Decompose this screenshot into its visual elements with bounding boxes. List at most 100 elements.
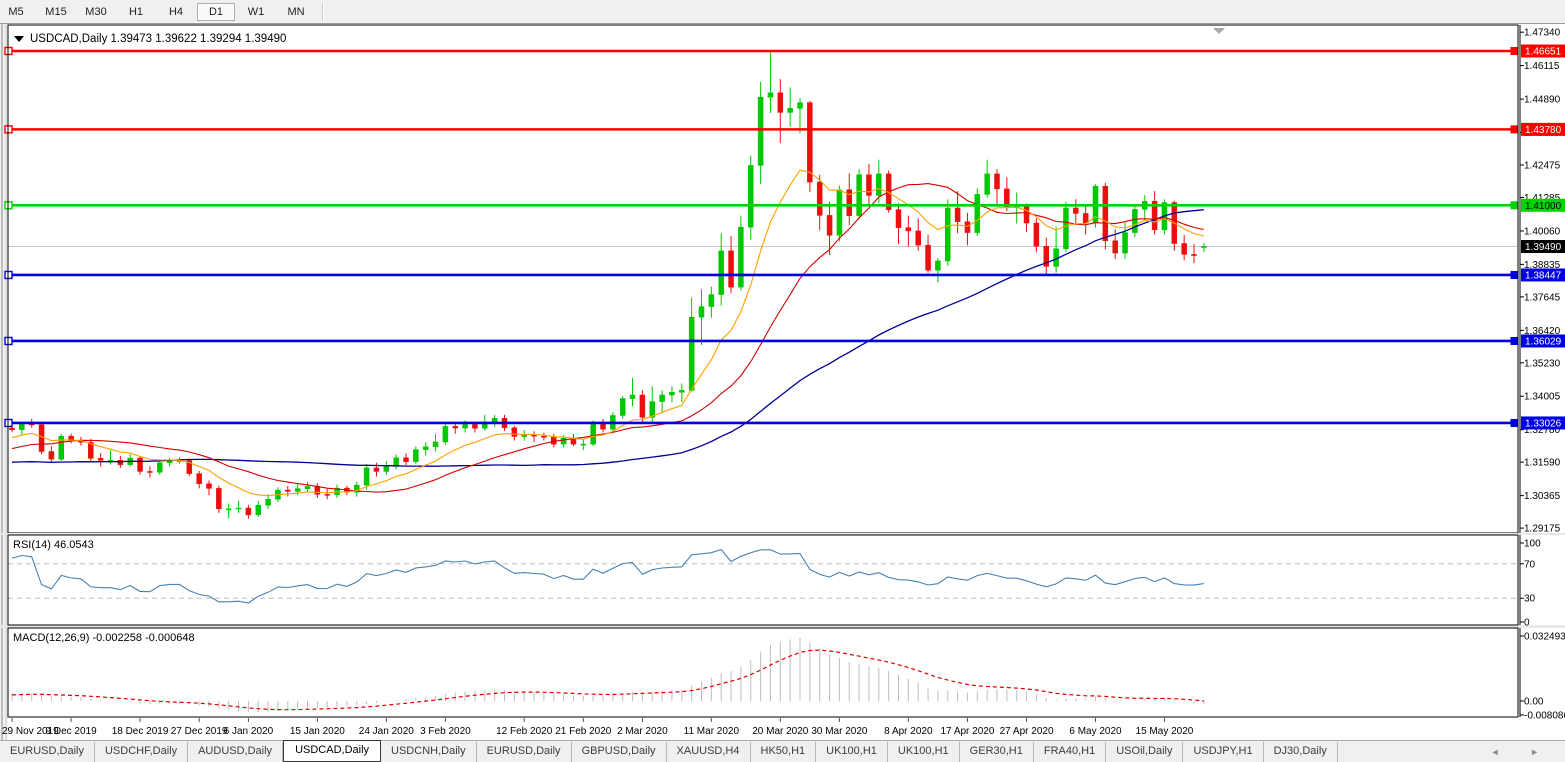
price-axis-tick: 1.30365: [1524, 491, 1561, 502]
time-axis-label: 27 Dec 2019: [171, 726, 228, 737]
timeframe-button-M5[interactable]: M5: [0, 3, 35, 21]
candle: [463, 424, 468, 428]
candle: [364, 468, 369, 485]
candle: [945, 208, 950, 261]
price-axis-tick: 1.40060: [1524, 226, 1561, 237]
candle: [404, 458, 409, 462]
time-axis-label: 9 Dec 2019: [46, 726, 98, 737]
candle: [837, 190, 842, 236]
chart-tab-bar: EURUSD,DailyUSDCHF,DailyAUDUSD,DailyUSDC…: [0, 740, 1565, 762]
line-handle-right: [1511, 48, 1518, 55]
candle: [788, 108, 793, 112]
tab-scroll-arrows[interactable]: ◄ ►: [1491, 747, 1553, 757]
candle: [374, 468, 379, 472]
time-axis-label: 24 Jan 2020: [359, 726, 414, 737]
rsi-axis-tick: 0: [1524, 618, 1530, 629]
chart-title-text: USDCAD,Daily 1.39473 1.39622 1.39294 1.3…: [30, 33, 286, 45]
time-axis-label: 12 Feb 2020: [496, 726, 553, 737]
candle: [157, 463, 162, 473]
candle: [472, 424, 477, 428]
price-line-badge-1.38447: 1.38447: [1521, 268, 1565, 281]
candle: [512, 428, 517, 437]
rsi-label: RSI(14) 46.0543: [13, 539, 94, 551]
chart-tab-uk100-h1[interactable]: UK100,H1: [816, 742, 888, 762]
chart-tab-uk100-h1[interactable]: UK100,H1: [888, 742, 960, 762]
chart-tab-usdjpy-h1[interactable]: USDJPY,H1: [1183, 742, 1263, 762]
timeframe-button-H4[interactable]: H4: [157, 3, 195, 21]
candle: [699, 307, 704, 318]
candle: [768, 93, 773, 97]
price-line-badge-1.33026: 1.33026: [1521, 416, 1565, 429]
time-axis-label: 17 Apr 2020: [940, 726, 994, 737]
price-line-badge-1.41000: 1.41000: [1521, 199, 1565, 212]
chart-tab-hk50-h1[interactable]: HK50,H1: [751, 742, 817, 762]
candle: [413, 450, 418, 462]
candle: [827, 215, 832, 235]
chart-tab-usdcnh-daily[interactable]: USDCNH,Daily: [381, 742, 477, 762]
candle: [423, 447, 428, 450]
candle: [1113, 241, 1118, 253]
timeframe-button-MN[interactable]: MN: [277, 3, 315, 21]
time-axis-label: 6 Jan 2020: [224, 726, 274, 737]
line-handle-right: [1511, 126, 1518, 133]
candle: [669, 392, 674, 395]
macd-axis-tick: 0.032493: [1524, 632, 1565, 643]
candle: [295, 489, 300, 492]
candle: [1103, 186, 1108, 241]
line-handle-right: [1511, 202, 1518, 209]
rsi-panel: [8, 535, 1518, 625]
candle: [896, 210, 901, 228]
time-axis-label: 18 Dec 2019: [112, 726, 169, 737]
candle: [995, 174, 1000, 189]
timeframe-button-M30[interactable]: M30: [77, 3, 115, 21]
timeframe-button-D1[interactable]: D1: [197, 3, 235, 21]
candle: [49, 452, 54, 460]
chart-tab-ger30-h1[interactable]: GER30,H1: [960, 742, 1034, 762]
chart-tab-usdchf-daily[interactable]: USDCHF,Daily: [95, 742, 188, 762]
candle: [591, 422, 596, 444]
macd-panel: [8, 628, 1518, 717]
candle: [1083, 213, 1088, 223]
candle: [39, 425, 44, 452]
chart-tab-eurusd-daily[interactable]: EURUSD,Daily: [0, 742, 95, 762]
candle: [1132, 209, 1137, 232]
chart-tab-dj30-daily[interactable]: DJ30,Daily: [1264, 742, 1338, 762]
candle: [719, 251, 724, 295]
candle: [305, 486, 310, 488]
time-axis-label: 8 Apr 2020: [884, 726, 933, 737]
time-axis-label: 2 Mar 2020: [617, 726, 668, 737]
trading-app-window: { "toolbar": { "timeframes": [ {"label":…: [0, 0, 1565, 762]
chart-tab-gbpusd-daily[interactable]: GBPUSD,Daily: [572, 742, 667, 762]
toolbar-separator: [322, 3, 324, 21]
candle: [709, 295, 714, 307]
chart-tabs: EURUSD,DailyUSDCHF,DailyAUDUSD,DailyUSDC…: [0, 742, 1338, 762]
price-axis-tick: 1.34005: [1524, 392, 1561, 403]
time-axis-label: 6 May 2020: [1069, 726, 1122, 737]
chart-tab-fra40-h1[interactable]: FRA40,H1: [1034, 742, 1106, 762]
line-handle-right: [1511, 271, 1518, 278]
candle: [758, 97, 763, 165]
price-axis-tick: 1.29175: [1524, 524, 1561, 535]
timeframe-button-W1[interactable]: W1: [237, 3, 275, 21]
timeframe-button-H1[interactable]: H1: [117, 3, 155, 21]
timeframe-button-M15[interactable]: M15: [37, 3, 75, 21]
chart-tab-usdcad-daily[interactable]: USDCAD,Daily: [283, 740, 381, 762]
chart-tab-xauusd-h4[interactable]: XAUUSD,H4: [667, 742, 751, 762]
candle: [246, 508, 251, 515]
chart-tab-audusd-daily[interactable]: AUDUSD,Daily: [188, 742, 283, 762]
candle: [857, 175, 862, 216]
chart-tab-usoil-daily[interactable]: USOil,Daily: [1106, 742, 1183, 762]
candle: [1123, 233, 1128, 253]
rsi-axis-tick: 70: [1524, 559, 1536, 570]
price-axis-tick: 1.42475: [1524, 161, 1561, 172]
price-axis-tick: 1.35230: [1524, 358, 1561, 369]
macd-axis-tick: -0.008086: [1524, 711, 1565, 722]
candle: [10, 428, 15, 430]
candle: [640, 395, 645, 417]
candle: [216, 488, 221, 508]
chart-tab-eurusd-daily[interactable]: EURUSD,Daily: [477, 742, 572, 762]
candle: [807, 103, 812, 182]
time-axis[interactable]: 29 Nov 20199 Dec 201918 Dec 201927 Dec 2…: [2, 718, 1194, 737]
price-line-badge-1.43780: 1.43780: [1521, 123, 1565, 136]
candle: [315, 486, 320, 494]
